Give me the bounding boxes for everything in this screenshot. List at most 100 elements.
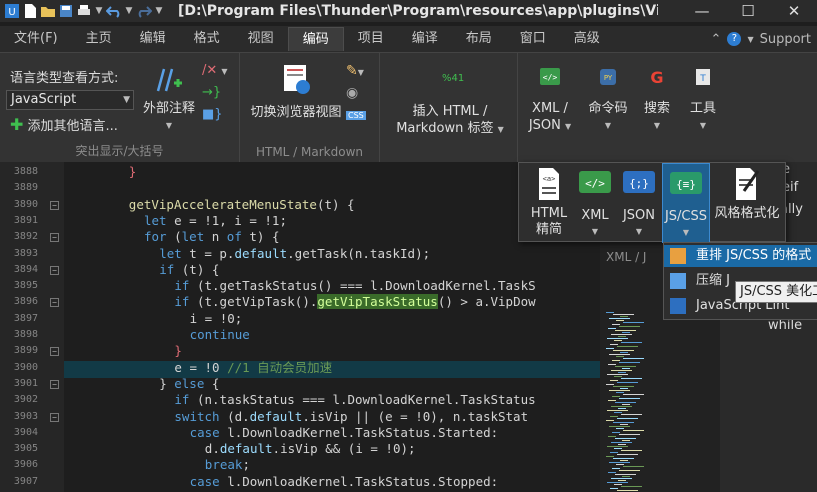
code-line: } else {	[159, 375, 220, 391]
minimap-line	[610, 380, 618, 381]
percent-tag-icon: %41	[442, 73, 465, 84]
menu-item[interactable]: 编辑	[126, 27, 180, 51]
html-minify-button[interactable]: <a> HTML 精简	[523, 167, 575, 238]
minimap-line	[610, 344, 618, 345]
language-select[interactable]: JavaScript ▼	[6, 90, 134, 110]
redo-dropdown-icon[interactable]: ▼	[154, 6, 164, 16]
redo-icon[interactable]	[136, 3, 152, 19]
minimap-line	[614, 340, 622, 341]
fold-toggle-icon[interactable]: −	[50, 379, 59, 389]
fold-toggle-icon[interactable]: −	[50, 200, 59, 210]
group-insert: %41 插入 HTML / Markdown 标签 ▼	[380, 53, 518, 163]
menu-item[interactable]: 高级	[560, 27, 614, 51]
help-dropdown-icon[interactable]: ▼	[747, 35, 753, 44]
maximize-button[interactable]: ☐	[725, 0, 771, 22]
switch-browser-view-button[interactable]: 切换浏览器视图	[246, 63, 346, 121]
xml-dropdown-icon: ▼	[591, 227, 599, 236]
group-search: G 搜索 ▼	[634, 53, 680, 163]
code-line: if (t.getVipTask().getVipTaskStatus() > …	[174, 294, 536, 310]
undo-dropdown-icon[interactable]: ▼	[124, 6, 134, 16]
line-number: 3899	[13, 345, 38, 357]
submenu-item-label: 压缩 J	[696, 273, 730, 288]
add-language-button[interactable]: ✚ 添加其他语言...	[10, 115, 118, 134]
minimap-line	[611, 478, 632, 479]
browser-view-icon	[284, 65, 310, 94]
menu-item[interactable]: 编码	[287, 27, 344, 51]
support-menu[interactable]: Support	[760, 32, 811, 47]
menu-item[interactable]: 主页	[72, 27, 126, 51]
fold-toggle-icon[interactable]: −	[50, 412, 59, 422]
code-line: }	[174, 343, 182, 359]
indent-icon[interactable]: →}	[202, 85, 236, 107]
tools-dropdown-icon: ▼	[699, 121, 707, 130]
minimap-line	[606, 312, 614, 313]
minimap-line	[616, 428, 624, 429]
search-button[interactable]: G 搜索 ▼	[636, 67, 678, 134]
minimap-line	[622, 332, 630, 333]
jscss-button[interactable]: {≡} JS/CSS ▼	[662, 163, 710, 243]
minimap-line	[607, 374, 628, 375]
minimap-line	[613, 314, 634, 315]
fold-toggle-icon[interactable]: −	[50, 298, 59, 308]
xml-json-button[interactable]: </> XML / JSON ▼	[522, 67, 578, 135]
new-file-icon[interactable]	[22, 3, 38, 19]
plus-icon: ✚	[10, 115, 24, 134]
style-format-button[interactable]: 风格格式化	[713, 167, 781, 222]
html-minify-label: 精简	[535, 222, 562, 237]
cmd-code-button[interactable]: PY 命令码 ▼	[584, 67, 632, 134]
help-icon[interactable]: ?	[727, 32, 742, 46]
xml-button[interactable]: </> XML ▼	[573, 167, 617, 240]
menu-item[interactable]: 格式	[180, 27, 234, 51]
uncomment-icon[interactable]: /✕ ▼	[202, 63, 236, 85]
minimap-line	[611, 370, 632, 371]
preview-icon[interactable]: ◉	[346, 85, 376, 107]
submenu-item[interactable]: 重排 JS/CSS 的格式	[664, 245, 817, 267]
save-icon[interactable]	[58, 3, 74, 19]
group-xml-json: </> XML / JSON ▼	[518, 53, 582, 163]
menu-item[interactable]: 文件(F)	[0, 27, 72, 51]
tools-button[interactable]: T 工具 ▼	[682, 67, 724, 134]
minimap-line	[616, 356, 624, 357]
menu-item[interactable]: 视图	[234, 27, 288, 51]
menu-item[interactable]: 项目	[344, 27, 398, 51]
fold-toggle-icon[interactable]: −	[50, 233, 59, 243]
line-number: 3901	[13, 377, 38, 389]
menu-item[interactable]: 编译	[398, 27, 452, 51]
open-folder-icon[interactable]	[40, 3, 56, 19]
right-pane-text-4: while	[768, 318, 803, 333]
line-number: 3906	[13, 459, 38, 471]
minimap-line	[608, 328, 616, 329]
edit-icon[interactable]: ✎▼	[346, 63, 376, 85]
fold-toggle-icon[interactable]: −	[50, 265, 59, 275]
html-doc-icon: <a>	[539, 168, 559, 200]
minimap-line	[617, 346, 638, 347]
menu-item[interactable]: 窗口	[506, 27, 560, 51]
window-title: [D:\Program Files\Thunder\Program\resour…	[178, 3, 658, 19]
minimap-line	[620, 352, 628, 353]
insert-html-markdown-button[interactable]: 插入 HTML / Markdown 标签 ▼	[386, 103, 514, 138]
minimap-line	[622, 476, 630, 477]
minimize-button[interactable]: —	[679, 0, 725, 22]
minimap-line	[618, 408, 626, 409]
xml-dd-label: XML	[581, 208, 609, 223]
menu-item[interactable]: 布局	[452, 27, 506, 51]
css-icon[interactable]: CSS	[346, 107, 376, 129]
code-editor[interactable]: 3888 3889 3890 − 3891 3892 − 3893 3894 − 3895 3896 −…	[0, 162, 600, 492]
undo-icon[interactable]	[106, 3, 122, 19]
external-comment-button[interactable]: 外部注释 ▼	[140, 65, 198, 134]
line-number: 3898	[13, 329, 38, 340]
up-arrow-icon[interactable]: ⌃	[711, 32, 722, 47]
svg-text:G: G	[650, 68, 663, 87]
menu-bar: 文件(F) 主页 编辑 格式 视图 编码 项目 编译 布局 窗口 高级 ⌃? ▼ Support	[0, 26, 817, 52]
quick-access-dropdown-icon[interactable]: ▼	[94, 6, 104, 16]
minimap-line	[615, 402, 636, 403]
minimap-line	[608, 400, 616, 401]
close-button[interactable]: ✕	[771, 0, 817, 22]
minimap-line	[622, 368, 630, 369]
minimap-line	[620, 316, 628, 317]
minimap-line	[616, 464, 624, 465]
print-icon[interactable]	[76, 3, 92, 19]
json-button[interactable]: {;} JSON ▼	[617, 167, 661, 240]
fold-toggle-icon[interactable]: −	[50, 347, 59, 357]
brace-match-icon[interactable]: ■}	[202, 107, 236, 129]
